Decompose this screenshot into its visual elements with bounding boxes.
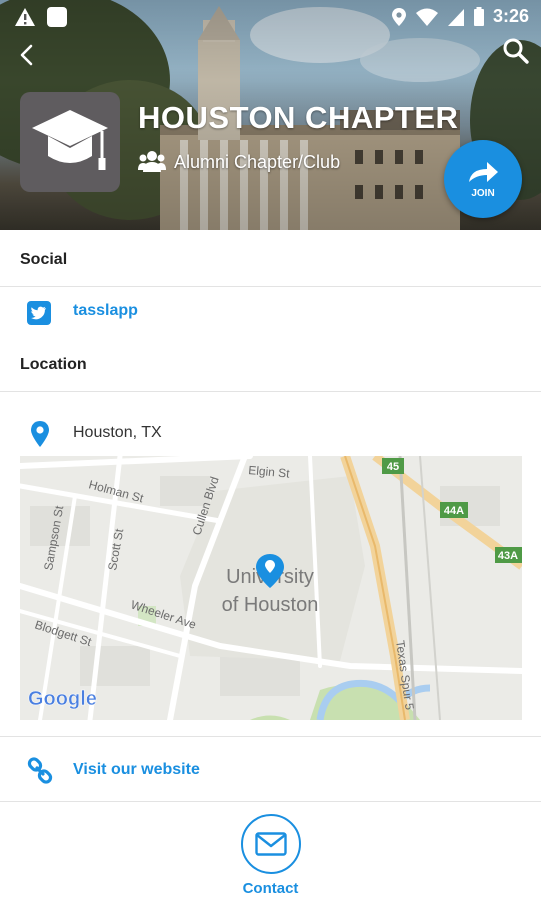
contact-label[interactable]: Contact <box>0 880 541 897</box>
warning-icon <box>15 8 35 26</box>
share-arrow-icon <box>469 161 498 182</box>
header-banner: 3:26 HOUSTON CHAPTER Alumni Chapter/Club… <box>0 0 541 230</box>
twitter-handle-link[interactable]: tasslapp <box>73 302 138 320</box>
status-bar: 3:26 <box>0 0 541 34</box>
search-button[interactable] <box>501 36 531 66</box>
highway-badge: 44A <box>444 505 464 517</box>
join-label: JOIN <box>471 187 495 199</box>
divider <box>0 736 541 737</box>
map-canvas: Elgin St Holman St Cullen Blvd Sampson S… <box>20 456 522 720</box>
signal-icon <box>447 8 464 26</box>
group-icon <box>138 151 166 172</box>
divider <box>0 391 541 392</box>
poi-label-line2: of Houston <box>222 594 319 616</box>
graduation-cap-icon <box>32 110 108 170</box>
location-row: Houston, TX <box>0 420 541 448</box>
contact-button[interactable] <box>241 814 301 874</box>
highway-badge: 43A <box>498 550 518 562</box>
website-row[interactable]: Visit our website <box>0 756 541 786</box>
google-attribution: Google <box>28 688 97 710</box>
social-heading: Social <box>20 251 68 268</box>
location-text: Houston, TX <box>73 424 162 441</box>
divider <box>0 286 541 287</box>
highway-badge: 45 <box>387 461 399 473</box>
location-map[interactable]: Elgin St Holman St Cullen Blvd Sampson S… <box>20 456 522 720</box>
battery-icon <box>473 6 484 26</box>
app-notification-icon <box>47 7 67 27</box>
location-heading: Location <box>20 356 87 373</box>
search-icon <box>503 38 529 64</box>
status-time: 3:26 <box>492 6 529 26</box>
link-icon <box>27 757 53 784</box>
location-status-icon <box>391 7 406 26</box>
chapter-title: HOUSTON CHAPTER <box>138 100 459 135</box>
map-pin-icon <box>31 421 49 447</box>
join-button[interactable]: JOIN <box>444 140 522 218</box>
twitter-row[interactable]: tasslapp <box>0 298 541 328</box>
chapter-logo <box>20 92 120 192</box>
wifi-icon <box>415 8 438 26</box>
website-link[interactable]: Visit our website <box>73 761 200 779</box>
twitter-icon <box>27 301 51 325</box>
chapter-type: Alumni Chapter/Club <box>138 150 340 174</box>
chapter-subtitle: Alumni Chapter/Club <box>174 151 341 172</box>
back-arrow-icon <box>20 44 33 66</box>
divider <box>0 801 541 802</box>
back-button[interactable] <box>12 40 42 70</box>
mail-icon <box>255 832 287 856</box>
